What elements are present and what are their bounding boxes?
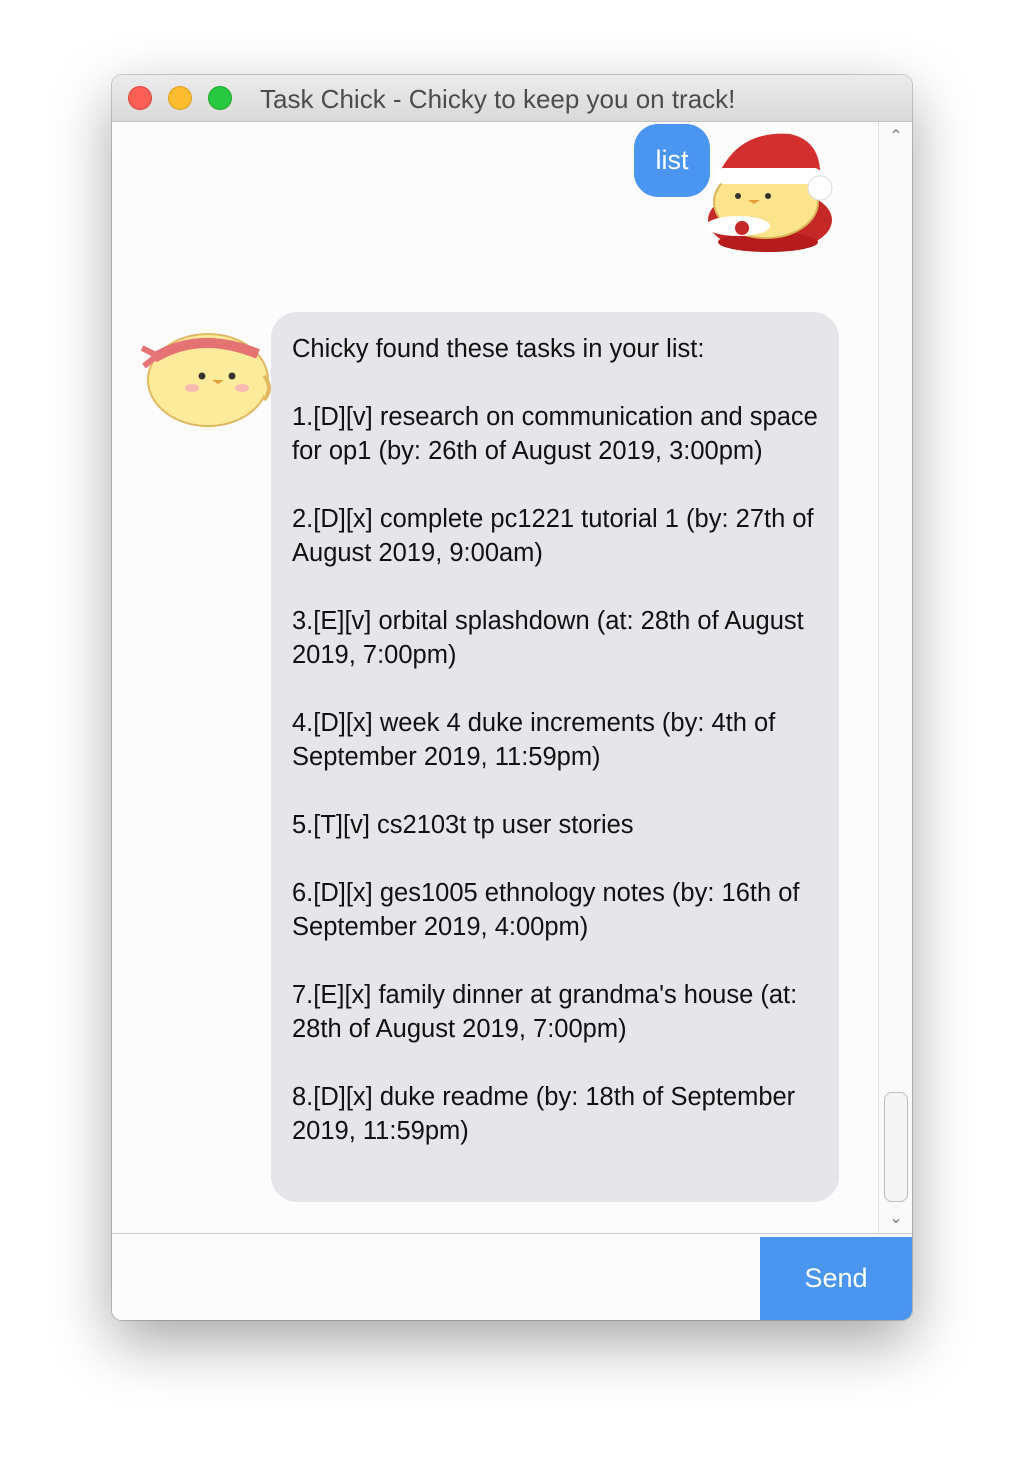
user-message-bubble: list [634,124,710,197]
chat-scroll-area[interactable]: list Chicky found these tasks in your li… [112,122,878,1233]
task-item: 1.[D][v] research on communication and s… [292,403,818,465]
chevron-down-icon[interactable]: ⌄ [879,1208,912,1232]
chevron-up-icon[interactable]: ⌃ [879,126,912,150]
task-item: 6.[D][x] ges1005 ethnology notes (by: 16… [292,879,800,941]
task-item: 8.[D][x] duke readme (by: 18th of Septem… [292,1083,796,1145]
close-window-button[interactable] [128,86,152,110]
santa-chick-avatar-icon [708,133,833,252]
task-item: 3.[E][v] orbital splashdown (at: 28th of… [292,607,804,669]
app-window: Task Chick - Chicky to keep you on track… [112,75,912,1320]
window-title: Task Chick - Chicky to keep you on track… [260,84,736,114]
bot-message-bubble: Chicky found these tasks in your list: 1… [271,312,839,1202]
input-bar: Send [112,1233,912,1320]
task-item: 7.[E][x] family dinner at grandma's hous… [292,981,798,1043]
task-item: 4.[D][x] week 4 duke increments (by: 4th… [292,709,776,771]
scrollbar-thumb[interactable] [884,1092,908,1202]
vertical-scrollbar[interactable]: ⌃ ⌄ [878,122,912,1233]
bot-intro-text: Chicky found these tasks in your list: [292,335,705,363]
message-input[interactable] [112,1234,758,1320]
maximize-window-button[interactable] [208,86,232,110]
task-item: 2.[D][x] complete pc1221 tutorial 1 (by:… [292,505,814,567]
title-bar[interactable]: Task Chick - Chicky to keep you on track… [112,75,912,122]
send-button[interactable]: Send [760,1237,912,1320]
headband-chick-avatar-icon [140,333,271,427]
task-item: 5.[T][v] cs2103t tp user stories [292,811,634,839]
minimize-window-button[interactable] [168,86,192,110]
